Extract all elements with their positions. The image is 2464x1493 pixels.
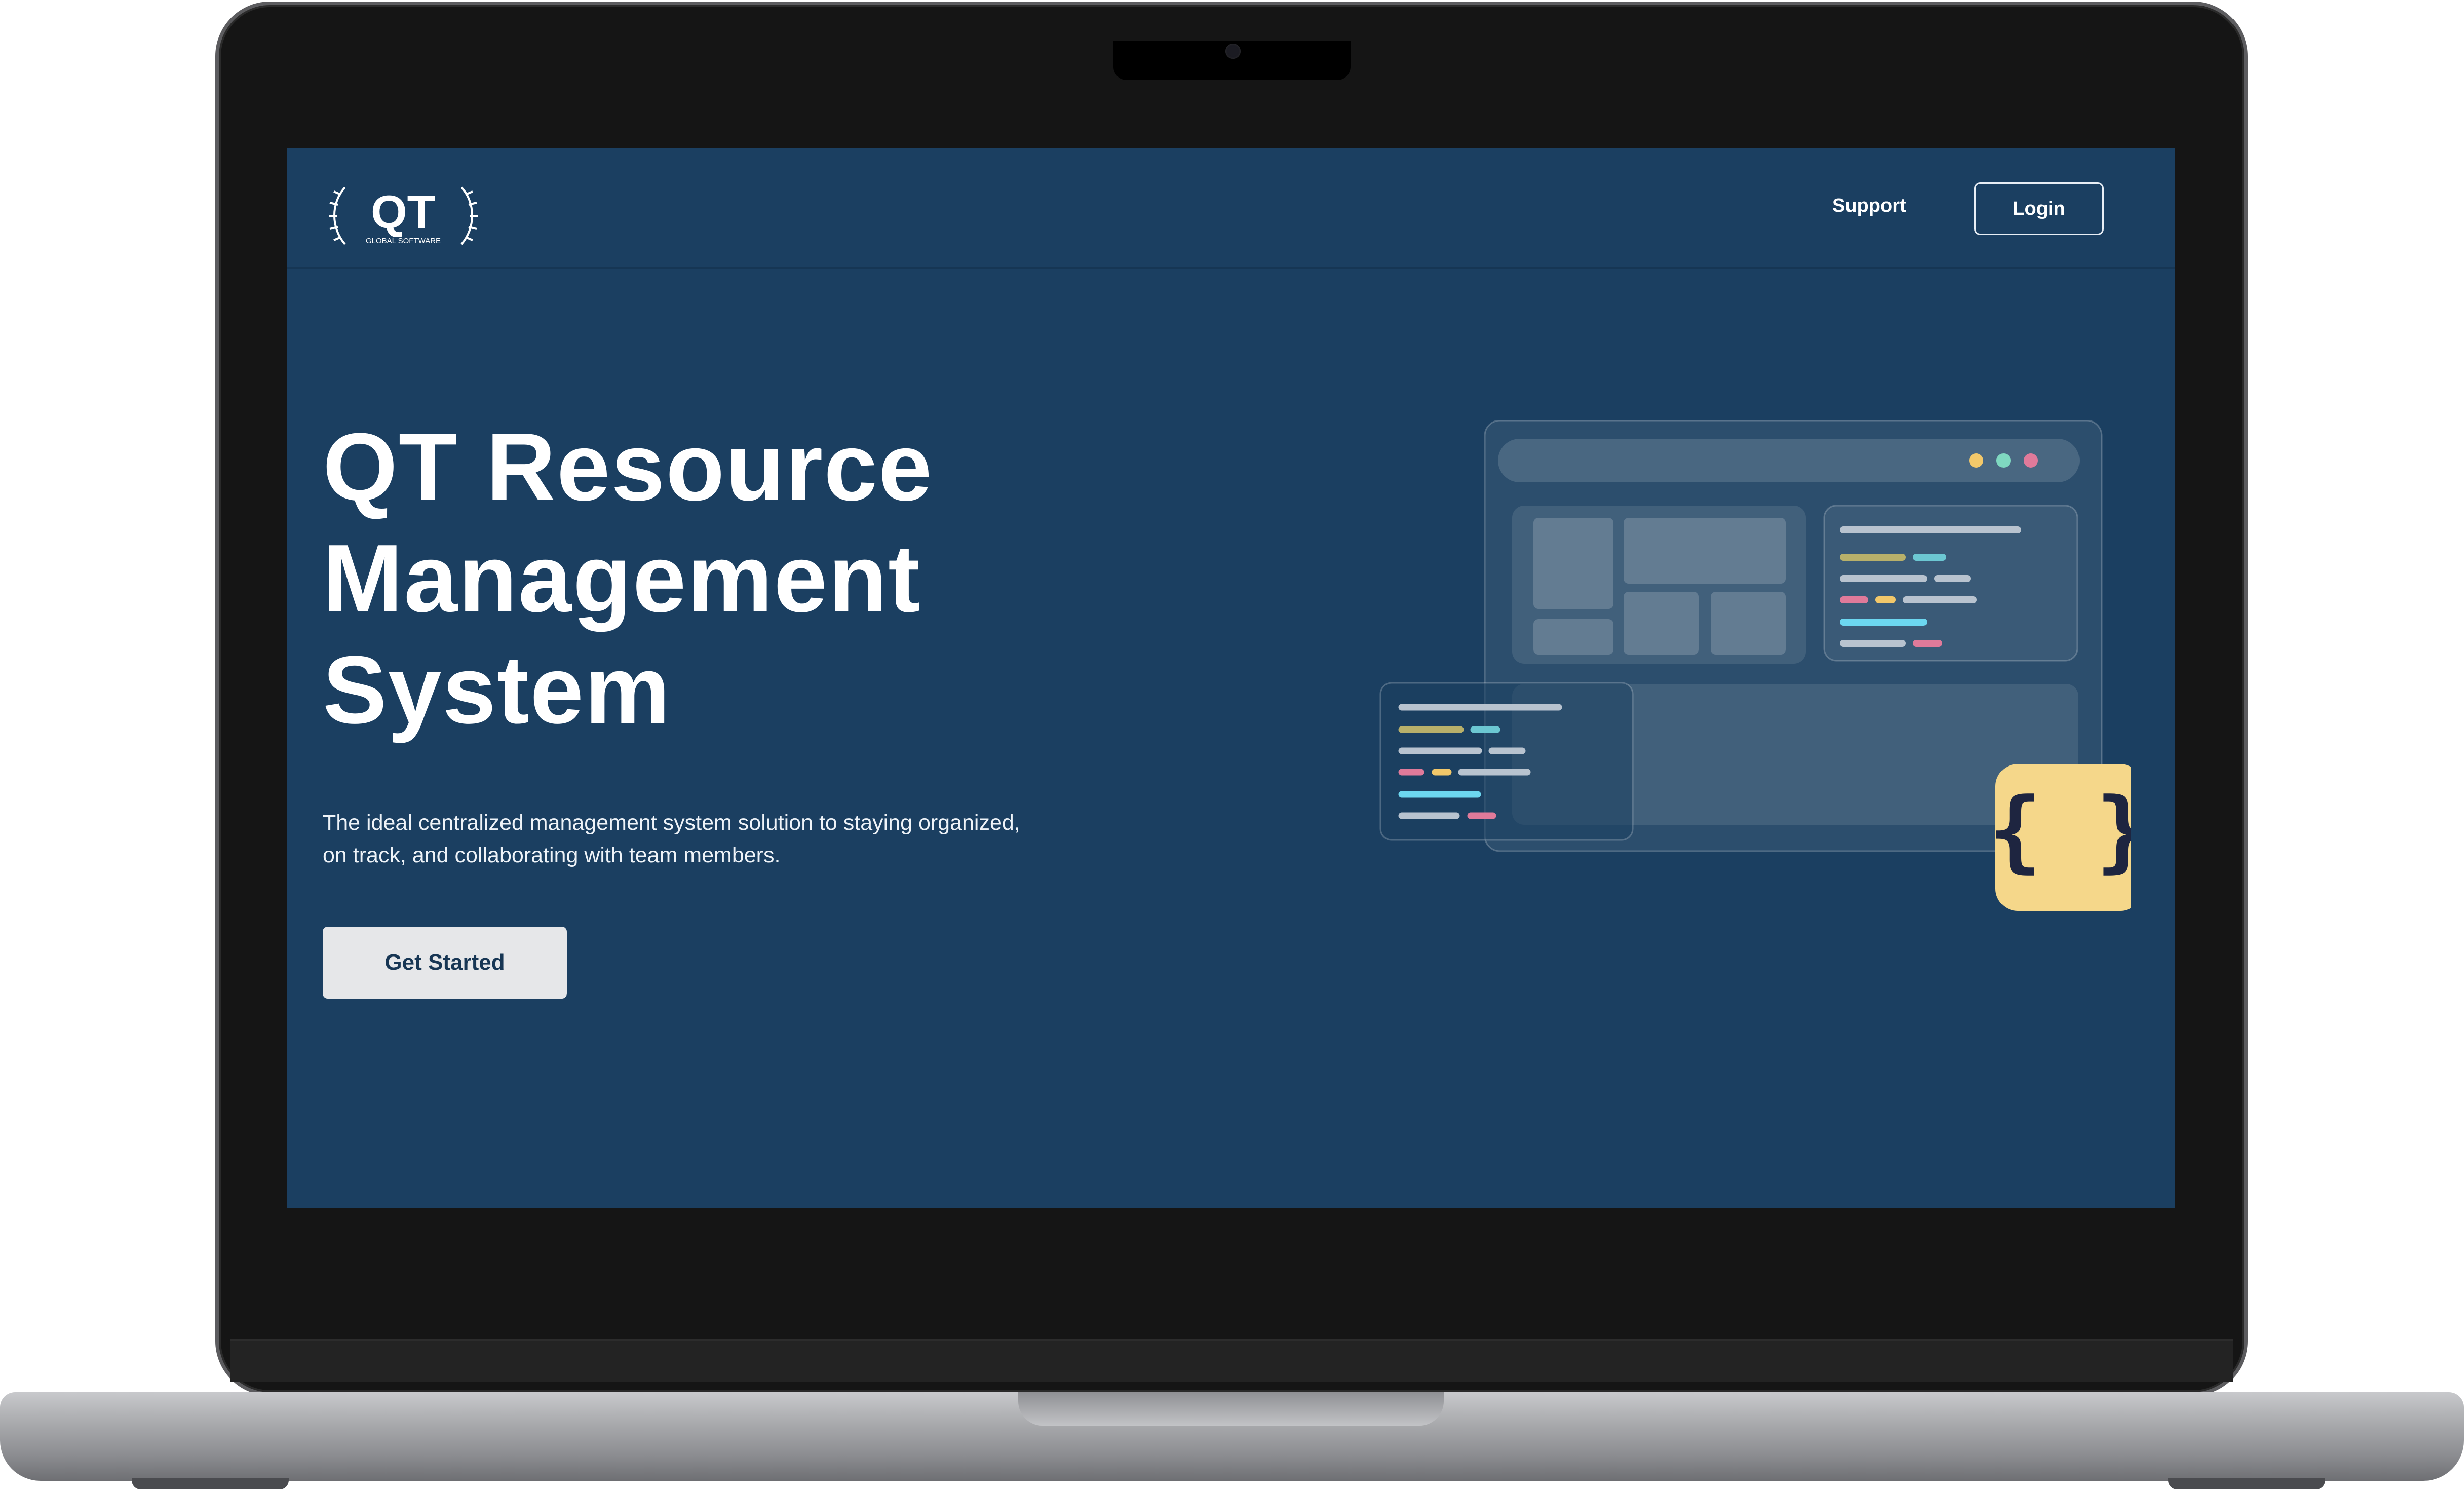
- camera-icon: [1225, 44, 1241, 59]
- laurel-left-icon: [329, 186, 346, 245]
- hero-title: QT Resource Management System: [323, 411, 1184, 746]
- window-dot-yellow-icon: [1969, 453, 1983, 468]
- laptop-foot-left: [132, 1478, 289, 1489]
- qt-logo[interactable]: QT GLOBAL SOFTWARE: [326, 177, 481, 253]
- code-braces-icon: { }: [1988, 779, 2131, 883]
- top-navbar: QT GLOBAL SOFTWARE Support Login: [287, 148, 2175, 269]
- logo-subtext: GLOBAL SOFTWARE: [366, 237, 441, 245]
- window-dot-green-icon: [1996, 453, 2011, 468]
- window-titlebar: [1498, 439, 2080, 482]
- hero-title-line-2: Management: [323, 525, 921, 632]
- laptop-foot-right: [2168, 1478, 2325, 1489]
- hero-title-line-3: System: [323, 636, 671, 744]
- hero-description: The ideal centralized management system …: [323, 811, 1020, 867]
- laptop-opening-notch: [1018, 1392, 1444, 1426]
- support-link[interactable]: Support: [1832, 196, 1906, 216]
- hero-title-line-1: QT Resource: [323, 413, 933, 521]
- logo-text: QT: [371, 186, 436, 238]
- window-dot-pink-icon: [2024, 453, 2038, 468]
- screen: QT GLOBAL SOFTWARE Support Login QT Reso…: [287, 148, 2175, 1208]
- get-started-button[interactable]: Get Started: [323, 927, 567, 999]
- bezel-strip: [230, 1339, 2233, 1382]
- dashboard-illustration: { }: [1379, 420, 2131, 911]
- laurel-right-icon: [460, 186, 478, 245]
- login-button[interactable]: Login: [1974, 182, 2104, 235]
